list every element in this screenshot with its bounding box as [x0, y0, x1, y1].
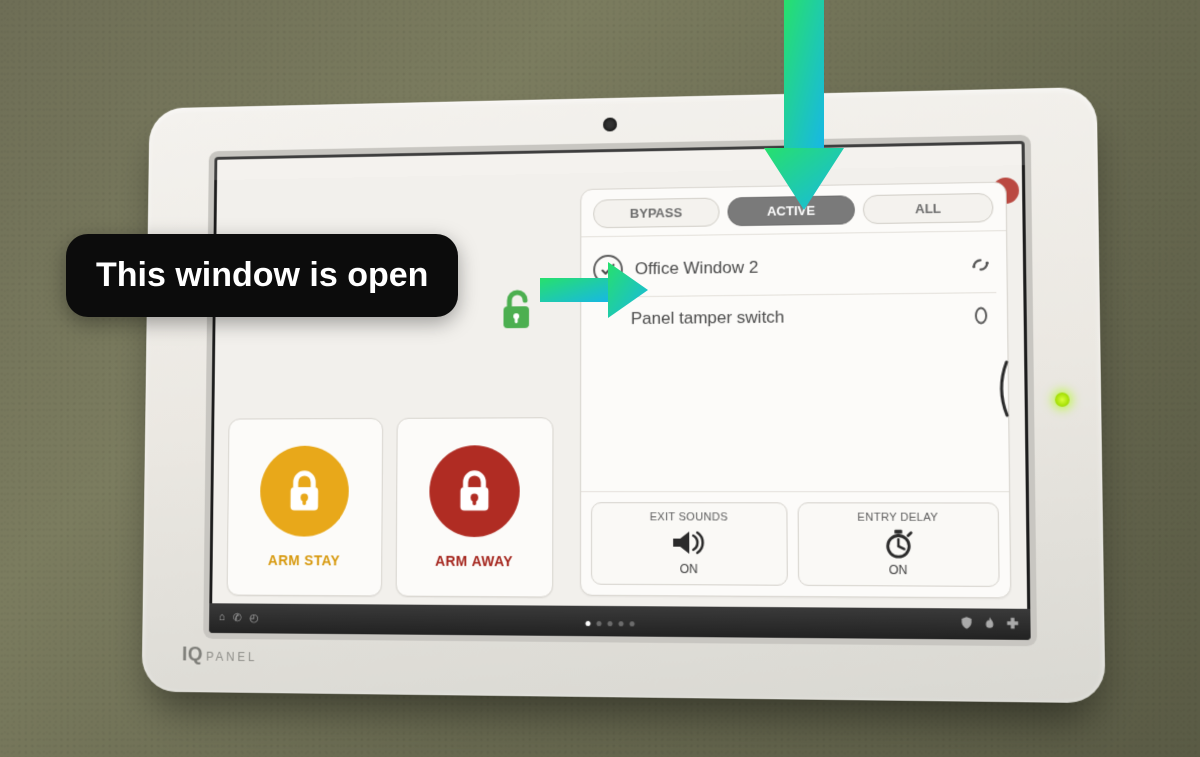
clock-icon[interactable]: ◴: [249, 611, 258, 624]
tab-bypass[interactable]: BYPASS: [593, 198, 719, 229]
wall-background: IQPANEL: [0, 0, 1200, 757]
phone-icon[interactable]: ✆: [233, 611, 242, 624]
drawer-handle[interactable]: [994, 358, 1011, 419]
arm-stay-label: ARM STAY: [268, 552, 340, 568]
sensor-name: Office Window 2: [635, 255, 955, 279]
toggle-exit-sounds[interactable]: EXIT SOUNDS ON: [591, 502, 788, 586]
bottom-right-icons: [959, 616, 1020, 631]
medical-icon[interactable]: [1005, 616, 1020, 631]
shield-icon[interactable]: [959, 616, 974, 631]
entry-delay-title: ENTRY DELAY: [857, 512, 938, 524]
arm-stay-button[interactable]: ARM STAY: [227, 418, 383, 597]
toggle-entry-delay[interactable]: ENTRY DELAY ON: [798, 502, 1000, 587]
sensor-tabs: BYPASS ACTIVE ALL: [581, 183, 1006, 238]
brand-iq: IQ: [182, 644, 203, 666]
bottom-bar: ⌂ ✆ ◴: [209, 603, 1031, 640]
sensor-row-panel-tamper[interactable]: Panel tamper switch: [591, 293, 997, 341]
arm-away-button[interactable]: ARM AWAY: [395, 417, 553, 597]
sensor-list: Office Window 2 Panel tamper switch: [581, 231, 1009, 491]
stopwatch-icon: [877, 528, 919, 559]
bottom-left-icons: ⌂ ✆ ◴: [219, 611, 259, 624]
arm-away-label: ARM AWAY: [435, 553, 513, 569]
exit-sounds-state: ON: [680, 562, 698, 576]
arm-options: ARM STAY ARM AWAY: [227, 417, 554, 597]
page-dots: [586, 621, 635, 626]
flame-icon[interactable]: [982, 616, 997, 631]
arm-away-icon: [429, 445, 520, 537]
status-bar: [214, 141, 1025, 180]
entry-delay-state: ON: [889, 563, 908, 577]
speaker-icon: [667, 527, 711, 557]
brand-panel: PANEL: [206, 650, 257, 664]
sensor-check-icon[interactable]: [593, 255, 623, 285]
sensor-tamper-icon: [967, 305, 994, 326]
tab-active[interactable]: ACTIVE: [727, 195, 855, 226]
sensor-name: Panel tamper switch: [631, 306, 955, 329]
exit-sounds-title: EXIT SOUNDS: [650, 511, 728, 523]
camera-dot: [603, 117, 617, 131]
sensor-row-office-window-2[interactable]: Office Window 2: [591, 237, 996, 297]
sensor-toggles: EXIT SOUNDS ON ENTRY DELAY: [581, 491, 1010, 597]
tab-all[interactable]: ALL: [863, 193, 993, 224]
sensor-open-icon: [967, 254, 994, 277]
device-brand: IQPANEL: [182, 644, 257, 668]
home-icon[interactable]: ⌂: [219, 611, 226, 624]
disarmed-lock-icon: [492, 284, 541, 334]
iq-panel-device: IQPANEL: [142, 87, 1106, 703]
status-led: [1055, 392, 1070, 406]
sensor-panel: BYPASS ACTIVE ALL Office Window 2: [580, 182, 1011, 599]
touchscreen[interactable]: ARM STAY ARM AWAY: [209, 141, 1031, 640]
arm-stay-icon: [260, 446, 349, 537]
